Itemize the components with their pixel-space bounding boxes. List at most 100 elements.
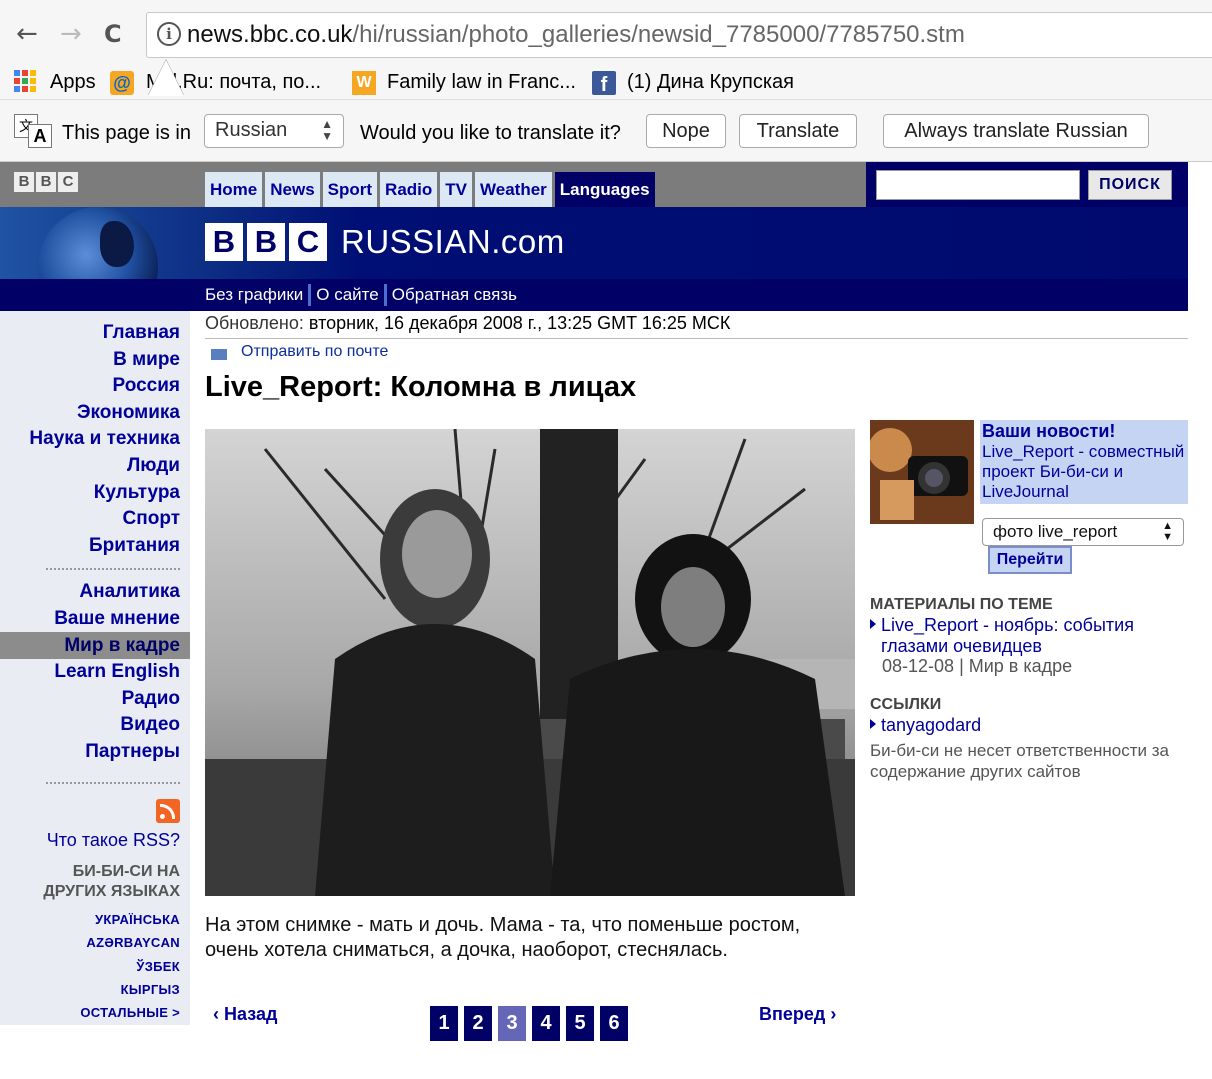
related-link[interactable]: Live_Report - ноябрь: события глазами оч… [870, 615, 1180, 657]
disclaimer: Би-би-си не несет ответственности за сод… [870, 741, 1169, 781]
nav-divider [46, 782, 180, 784]
page-6[interactable]: 6 [600, 1006, 628, 1041]
translate-icon: 文 A [14, 114, 54, 150]
other-languages-title: БИ-БИ-СИ НА ДРУГИХ ЯЗЫКАХ [43, 863, 180, 900]
bbc-russian-logo[interactable]: B B C RUSSIAN.com [205, 223, 565, 261]
lang-uzbek[interactable]: ЎЗБЕК [136, 959, 180, 974]
promo-title[interactable]: Ваши новости! [982, 421, 1188, 442]
select-arrows-icon: ▲ ▼ [1162, 520, 1173, 543]
live-report-promo: Ваши новости! Live_Report - совместный п… [870, 420, 1188, 525]
search-button[interactable]: ПОИСК [1088, 170, 1172, 200]
nav-video[interactable]: Видео [120, 714, 180, 736]
bookmark-family-law[interactable]: Family law in Franc... [387, 68, 576, 96]
link-feedback[interactable]: Обратная связь [392, 283, 517, 307]
camera-photo[interactable] [870, 420, 974, 524]
live-report-select[interactable]: фото live_report ▲ ▼ [982, 518, 1184, 546]
rss-icon[interactable] [156, 799, 180, 823]
nav-economy[interactable]: Экономика [77, 402, 180, 424]
bookmark-apps[interactable]: Apps [50, 68, 96, 96]
rss-link[interactable]: Что такое RSS? [47, 830, 180, 851]
promo-text-box[interactable]: Ваши новости! Live_Report - совместный п… [980, 420, 1188, 504]
url-path: /hi/russian/photo_galleries/newsid_77850… [352, 21, 965, 48]
nav-world[interactable]: В мире [113, 349, 180, 371]
family-law-icon: W [352, 71, 376, 95]
promo-text[interactable]: Live_Report - совместный проект Би-би-си… [982, 442, 1188, 502]
always-translate-button[interactable]: Always translate Russian [883, 114, 1149, 148]
select-arrows-icon: ▲ ▼ [321, 117, 333, 143]
envelope-icon[interactable] [211, 349, 227, 360]
divider [205, 338, 1188, 339]
nav-people[interactable]: Люди [127, 455, 180, 477]
link-about[interactable]: О сайте [316, 283, 378, 307]
page-4[interactable]: 4 [532, 1006, 560, 1041]
prev-link[interactable]: ‹ Назад [213, 1004, 277, 1025]
tab-languages[interactable]: Languages [554, 172, 655, 207]
updated-date: вторник, 16 декабря 2008 г., 13:25 GMT 1… [308, 313, 731, 333]
apps-grid-icon[interactable] [14, 70, 36, 92]
nav-britain[interactable]: Британия [89, 535, 180, 557]
info-icon[interactable]: i [157, 22, 181, 46]
link-no-graphics[interactable]: Без графики [205, 283, 303, 307]
bbc-logo-small[interactable]: BBC [14, 172, 78, 192]
nav-science[interactable]: Наука и техника [29, 428, 180, 450]
forward-icon[interactable]: → [60, 18, 82, 50]
bookmark-facebook[interactable]: (1) Дина Крупская [627, 68, 794, 96]
nav-analytics[interactable]: Аналитика [79, 581, 180, 603]
nav-russia[interactable]: Россия [113, 375, 180, 397]
nav-learn-english[interactable]: Learn English [54, 661, 180, 683]
triangle-icon [870, 619, 876, 629]
facebook-icon: f [592, 71, 616, 96]
email-link[interactable]: Отправить по почте [241, 343, 388, 361]
left-nav: Главная В мире Россия Экономика Наука и … [0, 311, 190, 1025]
page-3-current[interactable]: 3 [498, 1006, 526, 1041]
photo-caption: На этом снимке - мать и дочь. Мама - та,… [205, 914, 801, 961]
nope-button[interactable]: Nope [646, 114, 726, 148]
next-link[interactable]: Вперед › [759, 1004, 836, 1025]
page-1[interactable]: 1 [430, 1006, 458, 1041]
tab-sport[interactable]: Sport [322, 172, 378, 207]
page-5[interactable]: 5 [566, 1006, 594, 1041]
address-bar-area: ← → C i news.bbc.co.uk/hi/russian/photo_… [0, 0, 1212, 64]
tab-news[interactable]: News [265, 172, 320, 207]
language-select[interactable]: Russian ▲ ▼ [204, 114, 344, 148]
nav-partners[interactable]: Партнеры [85, 741, 180, 763]
lang-ukrainian[interactable]: УКРАЇНСЬКА [95, 912, 180, 927]
tab-home[interactable]: Home [205, 172, 263, 207]
lang-azerbaijani[interactable]: AZƏRBAYCAN [86, 935, 180, 950]
tab-weather[interactable]: Weather [475, 172, 552, 207]
go-button[interactable]: Перейти [988, 546, 1072, 574]
nav-culture[interactable]: Культура [94, 482, 180, 504]
back-icon[interactable]: ← [16, 18, 38, 50]
nav-world-in-pictures[interactable]: Мир в кадре [0, 632, 190, 659]
translate-question: Would you like to translate it? [360, 122, 621, 144]
lang-others[interactable]: ОСТАЛЬНЫЕ > [80, 1005, 180, 1020]
url-field[interactable]: i news.bbc.co.uk/hi/russian/photo_galler… [146, 12, 1212, 58]
globe-icon [38, 207, 158, 279]
nav-main[interactable]: Главная [103, 322, 180, 344]
translate-bar: 文 A This page is in Russian ▲ ▼ Would you… [0, 100, 1212, 162]
reload-icon[interactable]: C [104, 18, 122, 50]
nav-sport[interactable]: Спорт [123, 508, 180, 530]
lang-kyrgyz[interactable]: КЫРГЫЗ [121, 982, 180, 997]
translate-button[interactable]: Translate [739, 114, 857, 148]
url-host: news.bbc.co.uk [187, 21, 353, 48]
page-2[interactable]: 2 [464, 1006, 492, 1041]
nav-radio[interactable]: Радио [122, 688, 180, 710]
tab-tv[interactable]: TV [440, 172, 473, 207]
external-link[interactable]: tanyagodard [870, 715, 981, 736]
nav-divider [46, 568, 180, 570]
bbc-tabs: Home News Sport Radio TV Weather Languag… [205, 172, 655, 207]
nav-your-opinion[interactable]: Ваше мнение [54, 608, 180, 630]
language-select-value: Russian [215, 119, 288, 141]
live-report-select-value: фото live_report [993, 522, 1118, 541]
tab-radio[interactable]: Radio [380, 172, 438, 207]
related-heading: МАТЕРИАЛЫ ПО ТЕМЕ [870, 596, 1053, 613]
url-text[interactable]: news.bbc.co.uk/hi/russian/photo_gallerie… [187, 21, 965, 49]
tooltip-caret [148, 60, 184, 96]
bbc-russian-banner: B B C RUSSIAN.com [0, 207, 1188, 279]
updated-label: Обновлено: [205, 313, 304, 333]
search-input[interactable] [876, 170, 1080, 200]
updated-line: Обновлено: вторник, 16 декабря 2008 г., … [205, 313, 730, 334]
gallery-photo [205, 429, 855, 896]
bbc-subnav: Без графики О сайте Обратная связь [0, 279, 1188, 311]
